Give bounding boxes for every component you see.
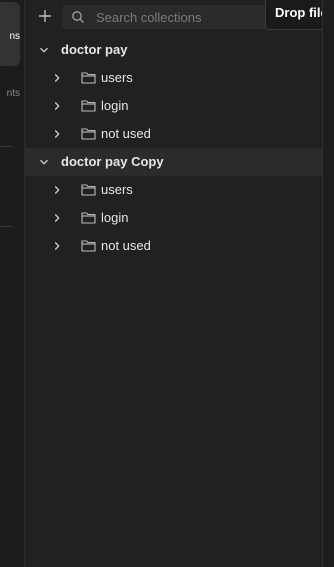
panel-resize-edge[interactable]: [322, 0, 334, 567]
collection-row[interactable]: doctor pay: [24, 36, 322, 64]
folder-row[interactable]: not used: [24, 120, 322, 148]
collection-name: doctor pay Copy: [61, 154, 164, 169]
folder-icon: [81, 128, 96, 140]
chevron-right-icon[interactable]: [52, 241, 62, 251]
folder-name: users: [101, 182, 133, 197]
folder-name: login: [101, 98, 129, 113]
folder-icon: [81, 184, 96, 196]
chevron-down-icon[interactable]: [39, 45, 49, 55]
folder-icon: [81, 100, 96, 112]
collection-row[interactable]: doctor pay Copy: [24, 148, 322, 176]
chevron-right-icon[interactable]: [52, 101, 62, 111]
collection-name: doctor pay: [61, 42, 128, 57]
sidebar-divider: [0, 226, 12, 227]
folder-row[interactable]: login: [24, 92, 322, 120]
chevron-down-icon[interactable]: [39, 157, 49, 167]
folder-name: not used: [101, 126, 151, 141]
folder-name: not used: [101, 238, 151, 253]
folder-icon: [81, 72, 96, 84]
folder-row[interactable]: login: [24, 204, 322, 232]
chevron-right-icon[interactable]: [52, 73, 62, 83]
folder-row[interactable]: users: [24, 176, 322, 204]
folder-row[interactable]: users: [24, 64, 322, 92]
chevron-right-icon[interactable]: [52, 129, 62, 139]
search-box[interactable]: [62, 5, 272, 29]
folder-icon: [81, 212, 96, 224]
sidebar-divider: [0, 146, 12, 147]
plus-icon: [39, 10, 51, 22]
sidebar-item-environments[interactable]: nts: [7, 88, 20, 99]
chevron-right-icon[interactable]: [52, 185, 62, 195]
new-collection-button[interactable]: [36, 7, 54, 25]
collections-panel: ns nts Drop files a doctor pay: [0, 0, 334, 567]
search-input[interactable]: [96, 7, 266, 27]
chevron-right-icon[interactable]: [52, 213, 62, 223]
folder-name: users: [101, 70, 133, 85]
folder-row[interactable]: not used: [24, 232, 322, 260]
search-icon: [72, 11, 84, 23]
folder-name: login: [101, 210, 129, 225]
sidebar-item-collections[interactable]: ns: [9, 31, 20, 42]
left-sidebar: ns nts: [0, 0, 25, 567]
folder-icon: [81, 240, 96, 252]
